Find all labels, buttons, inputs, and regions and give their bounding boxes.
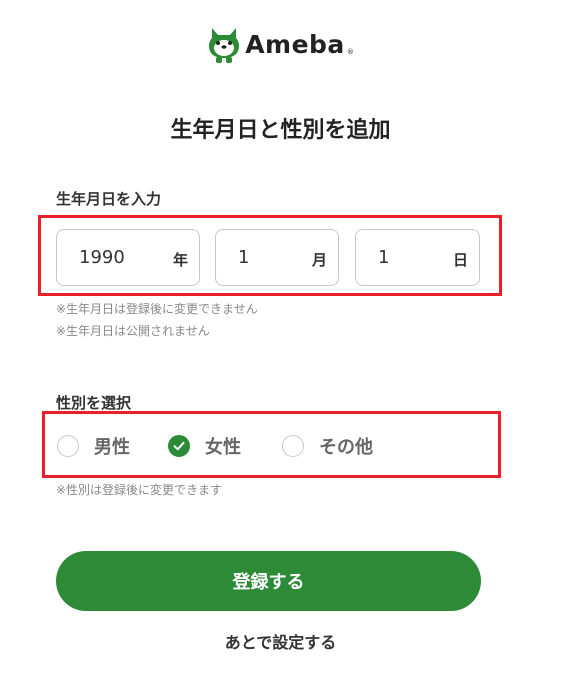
birthdate-note-private: ※生年月日は公開されません <box>56 324 210 338</box>
radio-unchecked-icon[interactable] <box>282 435 304 457</box>
gender-option-male[interactable]: 男性 <box>57 433 130 459</box>
ameba-mascot-icon <box>209 28 240 63</box>
birth-month-value: 1 <box>238 247 250 268</box>
checkmark-icon <box>173 441 185 451</box>
gender-label: 性別を選択 <box>56 394 132 412</box>
register-button[interactable]: 登録する <box>56 551 481 611</box>
birthdate-note-unchangeable: ※生年月日は登録後に変更できません <box>56 302 258 316</box>
radio-unchecked-icon[interactable] <box>57 435 79 457</box>
registered-mark: ® <box>346 48 354 56</box>
birth-year-value: 1990 <box>79 247 125 268</box>
birthdate-label: 生年月日を入力 <box>56 190 162 208</box>
birth-month-field[interactable]: 1 月 <box>215 229 339 286</box>
birth-year-field[interactable]: 1990 年 <box>56 229 200 286</box>
birth-day-unit: 日 <box>452 251 468 269</box>
page-title: 生年月日と性別を追加 <box>170 118 391 143</box>
gender-option-label: その他 <box>319 437 373 458</box>
birth-day-value: 1 <box>378 247 390 268</box>
gender-option-label: 女性 <box>205 437 241 458</box>
logo-text: Ameba <box>245 29 345 59</box>
ameba-logo: Ameba ® <box>0 24 561 64</box>
radio-checked-icon[interactable] <box>168 435 190 457</box>
gender-note: ※性別は登録後に変更できます <box>56 483 223 497</box>
birth-year-unit: 年 <box>172 251 188 269</box>
set-later-link[interactable]: あとで設定する <box>0 629 561 653</box>
gender-option-female[interactable]: 女性 <box>168 433 241 459</box>
gender-option-label: 男性 <box>94 437 130 458</box>
birth-month-unit: 月 <box>311 251 327 269</box>
birth-day-field[interactable]: 1 日 <box>355 229 480 286</box>
gender-option-other[interactable]: その他 <box>282 433 373 459</box>
